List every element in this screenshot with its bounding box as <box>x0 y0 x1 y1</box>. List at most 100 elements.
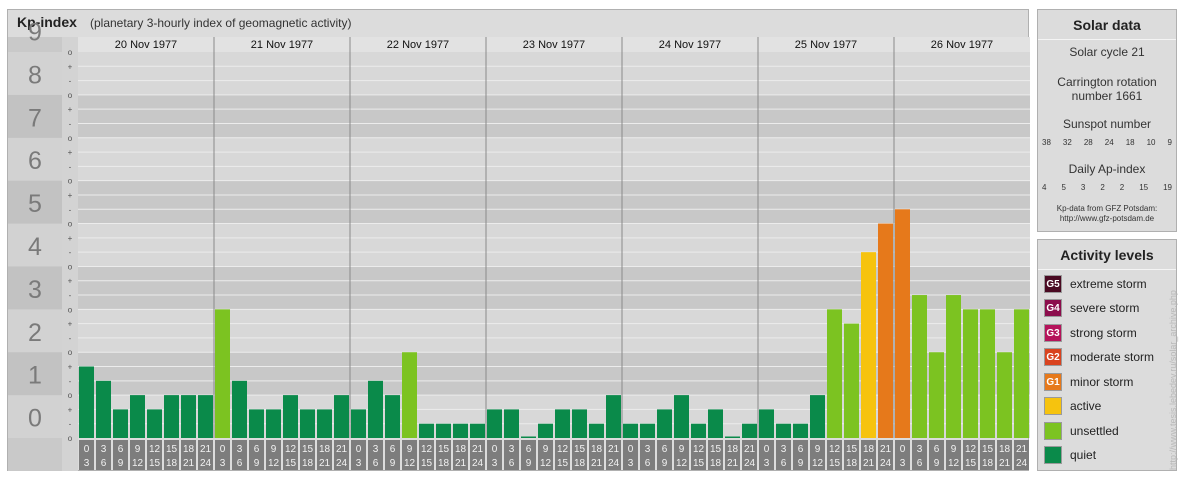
hour-label-end: 9 <box>526 458 532 469</box>
solar-data-title: Solar data <box>1073 17 1141 33</box>
hour-label-start: 3 <box>645 444 651 455</box>
hour-label-start: 18 <box>999 444 1011 455</box>
carrington-line-1: Carrington rotation <box>1057 75 1157 89</box>
hour-label-start: 3 <box>917 444 923 455</box>
day-label: 21 Nov 1977 <box>251 39 313 51</box>
kp-bar <box>453 423 468 438</box>
kp-bar <box>793 423 808 438</box>
legend-swatch-g5: G5 <box>1044 275 1062 293</box>
kp-bar <box>759 409 774 438</box>
legend-item-severe-storm: G4 severe storm <box>1044 298 1139 318</box>
kp-bar <box>385 395 400 438</box>
kp-bar <box>181 395 196 438</box>
legend-item-moderate-storm: G2 moderate storm <box>1044 347 1154 367</box>
hour-label-end: 21 <box>863 458 875 469</box>
minor-tick-label: o <box>68 262 73 271</box>
minor-tick-label: o <box>68 391 73 400</box>
hour-label-start: 6 <box>662 444 668 455</box>
hour-label-end: 6 <box>509 458 515 469</box>
legend-item-quiet: quiet <box>1044 445 1096 465</box>
hour-label-end: 6 <box>237 458 243 469</box>
hour-label-end: 6 <box>781 458 787 469</box>
hour-label-start: 18 <box>319 444 331 455</box>
kp-bar <box>827 309 842 438</box>
hour-label-start: 12 <box>557 444 569 455</box>
hour-label-start: 9 <box>271 444 277 455</box>
data-credit-link[interactable]: http://www.gfz-potsdam.de <box>1038 214 1176 224</box>
hour-label-start: 9 <box>951 444 957 455</box>
ap-value: 2 <box>1119 183 1125 192</box>
hour-label-end: 15 <box>285 458 297 469</box>
y-tick-label: 1 <box>28 362 42 390</box>
kp-bar <box>606 395 621 438</box>
hour-label-start: 12 <box>693 444 705 455</box>
hour-label-end: 15 <box>149 458 161 469</box>
hour-label-end: 6 <box>101 458 107 469</box>
kp-bar <box>555 409 570 438</box>
ap-value: 5 <box>1061 183 1066 192</box>
hour-label-end: 21 <box>999 458 1011 469</box>
hour-label-end: 6 <box>373 458 379 469</box>
hour-label-end: 24 <box>744 458 756 469</box>
hour-label-end: 3 <box>84 458 90 469</box>
hour-label-start: 15 <box>710 444 722 455</box>
hour-label-start: 15 <box>166 444 178 455</box>
kp-bar <box>997 352 1012 438</box>
kp-bar <box>844 323 859 438</box>
hour-label-end: 18 <box>982 458 994 469</box>
legend-swatch-g4: G4 <box>1044 299 1062 317</box>
hour-label-end: 18 <box>846 458 858 469</box>
kp-bar <box>317 409 332 438</box>
minor-tick-label: o <box>68 91 73 100</box>
kp-bar <box>980 309 995 438</box>
hour-label-end: 18 <box>710 458 722 469</box>
hour-label-start: 9 <box>679 444 685 455</box>
minor-tick-label: + <box>68 191 73 200</box>
minor-tick-label: + <box>68 405 73 414</box>
hour-label-end: 18 <box>166 458 178 469</box>
day-label: 26 Nov 1977 <box>931 39 993 51</box>
hour-label-end: 3 <box>492 458 498 469</box>
hour-label-start: 9 <box>135 444 141 455</box>
hour-label-start: 0 <box>220 444 226 455</box>
sunspot-value: 24 <box>1104 138 1114 147</box>
kp-bar <box>708 409 723 438</box>
legend-swatch-active <box>1044 397 1062 415</box>
kp-bar <box>419 423 434 438</box>
hour-label-start: 21 <box>336 444 348 455</box>
hour-label-start: 21 <box>1016 444 1028 455</box>
hour-label-start: 3 <box>101 444 107 455</box>
hour-label-end: 9 <box>254 458 260 469</box>
y-tick-label: 0 <box>28 405 42 433</box>
kp-bar-chart: 20 Nov 1977 21 Nov 1977 22 Nov 1977 23 Nov … <box>8 19 1030 471</box>
divider <box>1038 269 1176 270</box>
kp-band <box>78 137 1030 181</box>
hour-label-end: 12 <box>540 458 552 469</box>
solar-cycle: Solar cycle 21 <box>1069 45 1145 59</box>
ap-value: 3 <box>1080 183 1086 192</box>
hour-label-end: 9 <box>118 458 124 469</box>
kp-bar <box>436 423 451 438</box>
kp-bar <box>470 423 485 438</box>
kp-bar <box>266 409 281 438</box>
hour-label-end: 3 <box>764 458 770 469</box>
kp-bar <box>487 409 502 438</box>
hour-label-start: 15 <box>438 444 450 455</box>
hour-label-end: 24 <box>1016 458 1028 469</box>
minor-tick-label: + <box>68 105 73 114</box>
day-label: 22 Nov 1977 <box>387 39 449 51</box>
hour-label-end: 9 <box>934 458 940 469</box>
kp-bar <box>589 423 604 438</box>
hour-label-end: 6 <box>917 458 923 469</box>
kp-bar <box>538 423 553 438</box>
legend-item-unsettled: unsettled <box>1044 421 1119 441</box>
hour-label-end: 3 <box>356 458 362 469</box>
hour-label-start: 6 <box>526 444 532 455</box>
kp-bar <box>861 252 876 438</box>
hour-label-start: 6 <box>934 444 940 455</box>
day-label: 23 Nov 1977 <box>523 39 585 51</box>
hour-label-start: 0 <box>356 444 362 455</box>
ap-title: Daily Ap-index <box>1068 162 1146 176</box>
hour-label-end: 15 <box>965 458 977 469</box>
minor-tick-label: o <box>68 134 73 143</box>
